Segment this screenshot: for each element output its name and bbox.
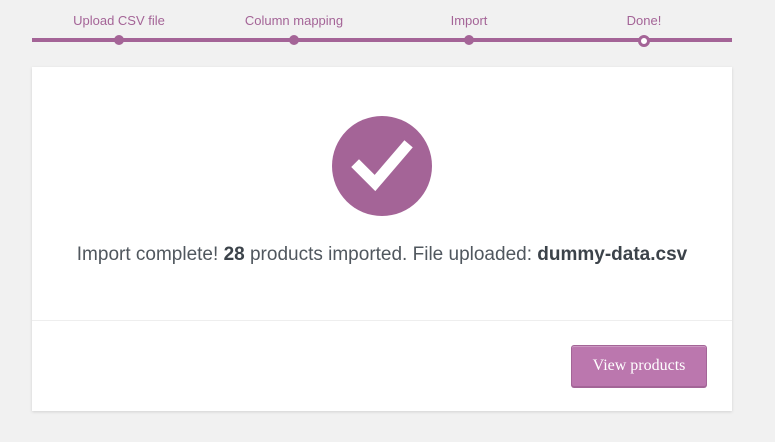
- step-dot-done: [638, 35, 650, 47]
- step-dot-import: [464, 35, 474, 45]
- step-label-import: Import: [450, 13, 488, 28]
- import-result-card: Import complete! 28 products imported. F…: [32, 67, 732, 411]
- checkmark-icon: [332, 116, 432, 216]
- step-label-mapping: Column mapping: [244, 13, 344, 28]
- step-dot-mapping: [289, 35, 299, 45]
- result-middle: products imported. File uploaded:: [249, 244, 532, 265]
- card-divider: [32, 320, 732, 321]
- imported-count: 28: [223, 244, 245, 265]
- progress-line: [32, 38, 732, 42]
- step-dot-upload: [114, 35, 124, 45]
- step-label-upload: Upload CSV file: [73, 13, 165, 28]
- step-label-done: Done!: [626, 13, 662, 28]
- uploaded-filename: dummy-data.csv: [537, 244, 688, 265]
- view-products-button[interactable]: View products: [571, 345, 707, 387]
- result-prefix: Import complete!: [76, 244, 219, 265]
- import-result-message: Import complete! 28 products imported. F…: [32, 244, 732, 266]
- progress-steps: Upload CSV file Column mapping Import Do…: [0, 0, 775, 60]
